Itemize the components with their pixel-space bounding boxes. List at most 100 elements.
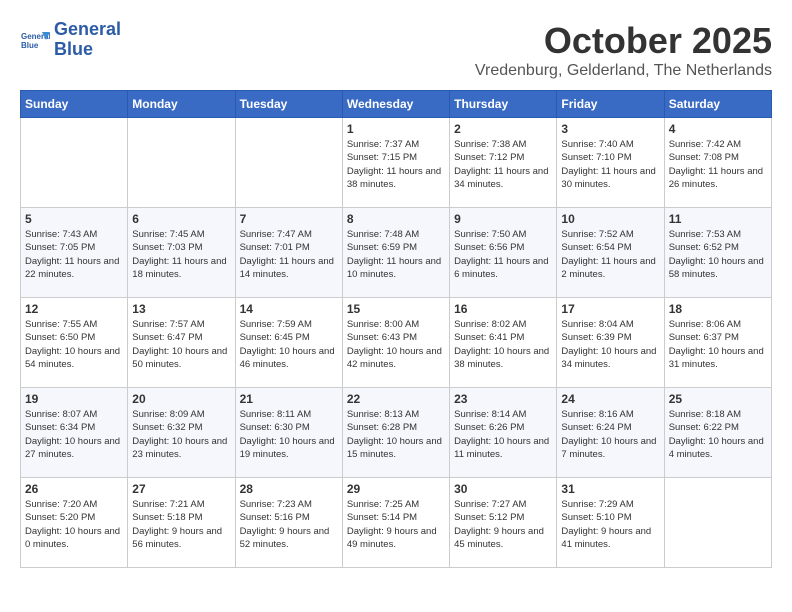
day-number: 25 <box>669 392 767 406</box>
day-number: 27 <box>132 482 230 496</box>
cell-daylight-info: Sunrise: 7:20 AM Sunset: 5:20 PM Dayligh… <box>25 498 123 551</box>
weekday-header: Thursday <box>450 91 557 118</box>
calendar-cell <box>21 118 128 208</box>
calendar-cell: 25 Sunrise: 8:18 AM Sunset: 6:22 PM Dayli… <box>664 388 771 478</box>
cell-daylight-info: Sunrise: 7:52 AM Sunset: 6:54 PM Dayligh… <box>561 228 659 281</box>
day-number: 6 <box>132 212 230 226</box>
calendar-cell: 27Sunrise: 7:21 AM Sunset: 5:18 PM Dayli… <box>128 478 235 568</box>
calendar-week-row: 26 Sunrise: 7:20 AM Sunset: 5:20 PM Dayli… <box>21 478 772 568</box>
calendar-cell: 18 Sunrise: 8:06 AM Sunset: 6:37 PM Dayli… <box>664 298 771 388</box>
calendar-cell: 11Sunrise: 7:53 AM Sunset: 6:52 PM Dayli… <box>664 208 771 298</box>
cell-daylight-info: Sunrise: 7:45 AM Sunset: 7:03 PM Dayligh… <box>132 228 230 281</box>
calendar-cell <box>128 118 235 208</box>
day-number: 19 <box>25 392 123 406</box>
cell-daylight-info: Sunrise: 8:13 AM Sunset: 6:28 PM Dayligh… <box>347 408 445 461</box>
day-number: 22 <box>347 392 445 406</box>
cell-daylight-info: Sunrise: 8:16 AM Sunset: 6:24 PM Dayligh… <box>561 408 659 461</box>
cell-daylight-info: Sunrise: 8:02 AM Sunset: 6:41 PM Dayligh… <box>454 318 552 371</box>
cell-daylight-info: Sunrise: 7:23 AM Sunset: 5:16 PM Dayligh… <box>240 498 338 551</box>
cell-daylight-info: Sunrise: 8:07 AM Sunset: 6:34 PM Dayligh… <box>25 408 123 461</box>
day-number: 9 <box>454 212 552 226</box>
calendar-cell: 13 Sunrise: 7:57 AM Sunset: 6:47 PM Dayli… <box>128 298 235 388</box>
calendar-week-row: 5 Sunrise: 7:43 AM Sunset: 7:05 PM Daylig… <box>21 208 772 298</box>
cell-daylight-info: Sunrise: 7:29 AM Sunset: 5:10 PM Dayligh… <box>561 498 659 551</box>
month-title: October 2025 <box>475 20 772 62</box>
cell-daylight-info: Sunrise: 8:04 AM Sunset: 6:39 PM Dayligh… <box>561 318 659 371</box>
calendar-body: 1Sunrise: 7:37 AM Sunset: 7:15 PM Daylig… <box>21 118 772 568</box>
calendar-cell: 8 Sunrise: 7:48 AM Sunset: 6:59 PM Daylig… <box>342 208 449 298</box>
cell-daylight-info: Sunrise: 8:14 AM Sunset: 6:26 PM Dayligh… <box>454 408 552 461</box>
cell-daylight-info: Sunrise: 7:47 AM Sunset: 7:01 PM Dayligh… <box>240 228 338 281</box>
cell-daylight-info: Sunrise: 8:00 AM Sunset: 6:43 PM Dayligh… <box>347 318 445 371</box>
calendar-table: SundayMondayTuesdayWednesdayThursdayFrid… <box>20 90 772 568</box>
weekday-header: Friday <box>557 91 664 118</box>
cell-daylight-info: Sunrise: 8:11 AM Sunset: 6:30 PM Dayligh… <box>240 408 338 461</box>
day-number: 13 <box>132 302 230 316</box>
cell-daylight-info: Sunrise: 7:37 AM Sunset: 7:15 PM Dayligh… <box>347 138 445 191</box>
calendar-cell: 4 Sunrise: 7:42 AM Sunset: 7:08 PM Daylig… <box>664 118 771 208</box>
cell-daylight-info: Sunrise: 8:06 AM Sunset: 6:37 PM Dayligh… <box>669 318 767 371</box>
day-number: 18 <box>669 302 767 316</box>
calendar-cell: 24 Sunrise: 8:16 AM Sunset: 6:24 PM Dayli… <box>557 388 664 478</box>
calendar-cell: 30 Sunrise: 7:27 AM Sunset: 5:12 PM Dayli… <box>450 478 557 568</box>
day-number: 28 <box>240 482 338 496</box>
day-number: 3 <box>561 122 659 136</box>
day-number: 2 <box>454 122 552 136</box>
day-number: 17 <box>561 302 659 316</box>
calendar-cell: 17 Sunrise: 8:04 AM Sunset: 6:39 PM Dayli… <box>557 298 664 388</box>
day-number: 12 <box>25 302 123 316</box>
cell-daylight-info: Sunrise: 8:09 AM Sunset: 6:32 PM Dayligh… <box>132 408 230 461</box>
cell-daylight-info: Sunrise: 7:42 AM Sunset: 7:08 PM Dayligh… <box>669 138 767 191</box>
cell-daylight-info: Sunrise: 7:27 AM Sunset: 5:12 PM Dayligh… <box>454 498 552 551</box>
calendar-week-row: 12 Sunrise: 7:55 AM Sunset: 6:50 PM Dayli… <box>21 298 772 388</box>
day-number: 24 <box>561 392 659 406</box>
logo-icon: General Blue <box>20 28 50 52</box>
day-number: 23 <box>454 392 552 406</box>
weekday-header: Sunday <box>21 91 128 118</box>
day-number: 26 <box>25 482 123 496</box>
day-number: 8 <box>347 212 445 226</box>
cell-daylight-info: Sunrise: 7:48 AM Sunset: 6:59 PM Dayligh… <box>347 228 445 281</box>
calendar-cell: 26 Sunrise: 7:20 AM Sunset: 5:20 PM Dayli… <box>21 478 128 568</box>
cell-daylight-info: Sunrise: 7:38 AM Sunset: 7:12 PM Dayligh… <box>454 138 552 191</box>
calendar-cell: 21Sunrise: 8:11 AM Sunset: 6:30 PM Dayli… <box>235 388 342 478</box>
title-area: October 2025 Vredenburg, Gelderland, The… <box>475 20 772 80</box>
calendar-week-row: 1Sunrise: 7:37 AM Sunset: 7:15 PM Daylig… <box>21 118 772 208</box>
day-number: 4 <box>669 122 767 136</box>
calendar-cell: 3Sunrise: 7:40 AM Sunset: 7:10 PM Daylig… <box>557 118 664 208</box>
weekday-header: Wednesday <box>342 91 449 118</box>
cell-daylight-info: Sunrise: 7:57 AM Sunset: 6:47 PM Dayligh… <box>132 318 230 371</box>
calendar-cell: 10Sunrise: 7:52 AM Sunset: 6:54 PM Dayli… <box>557 208 664 298</box>
day-number: 5 <box>25 212 123 226</box>
calendar-cell: 16 Sunrise: 8:02 AM Sunset: 6:41 PM Dayli… <box>450 298 557 388</box>
cell-daylight-info: Sunrise: 7:55 AM Sunset: 6:50 PM Dayligh… <box>25 318 123 371</box>
calendar-cell: 15 Sunrise: 8:00 AM Sunset: 6:43 PM Dayli… <box>342 298 449 388</box>
calendar-cell: 23 Sunrise: 8:14 AM Sunset: 6:26 PM Dayli… <box>450 388 557 478</box>
day-number: 30 <box>454 482 552 496</box>
calendar-header-row: SundayMondayTuesdayWednesdayThursdayFrid… <box>21 91 772 118</box>
calendar-cell: 2 Sunrise: 7:38 AM Sunset: 7:12 PM Daylig… <box>450 118 557 208</box>
location-subtitle: Vredenburg, Gelderland, The Netherlands <box>475 62 772 80</box>
day-number: 16 <box>454 302 552 316</box>
logo: General Blue GeneralBlue <box>20 20 121 60</box>
weekday-header: Tuesday <box>235 91 342 118</box>
cell-daylight-info: Sunrise: 8:18 AM Sunset: 6:22 PM Dayligh… <box>669 408 767 461</box>
cell-daylight-info: Sunrise: 7:53 AM Sunset: 6:52 PM Dayligh… <box>669 228 767 281</box>
calendar-cell: 7 Sunrise: 7:47 AM Sunset: 7:01 PM Daylig… <box>235 208 342 298</box>
day-number: 15 <box>347 302 445 316</box>
weekday-header: Saturday <box>664 91 771 118</box>
weekday-header: Monday <box>128 91 235 118</box>
day-number: 7 <box>240 212 338 226</box>
cell-daylight-info: Sunrise: 7:43 AM Sunset: 7:05 PM Dayligh… <box>25 228 123 281</box>
day-number: 20 <box>132 392 230 406</box>
calendar-cell: 28 Sunrise: 7:23 AM Sunset: 5:16 PM Dayli… <box>235 478 342 568</box>
calendar-cell: 20 Sunrise: 8:09 AM Sunset: 6:32 PM Dayli… <box>128 388 235 478</box>
day-number: 29 <box>347 482 445 496</box>
calendar-cell: 9 Sunrise: 7:50 AM Sunset: 6:56 PM Daylig… <box>450 208 557 298</box>
cell-daylight-info: Sunrise: 7:50 AM Sunset: 6:56 PM Dayligh… <box>454 228 552 281</box>
calendar-week-row: 19 Sunrise: 8:07 AM Sunset: 6:34 PM Dayli… <box>21 388 772 478</box>
cell-daylight-info: Sunrise: 7:59 AM Sunset: 6:45 PM Dayligh… <box>240 318 338 371</box>
day-number: 14 <box>240 302 338 316</box>
calendar-cell: 14 Sunrise: 7:59 AM Sunset: 6:45 PM Dayli… <box>235 298 342 388</box>
calendar-cell: 19 Sunrise: 8:07 AM Sunset: 6:34 PM Dayli… <box>21 388 128 478</box>
